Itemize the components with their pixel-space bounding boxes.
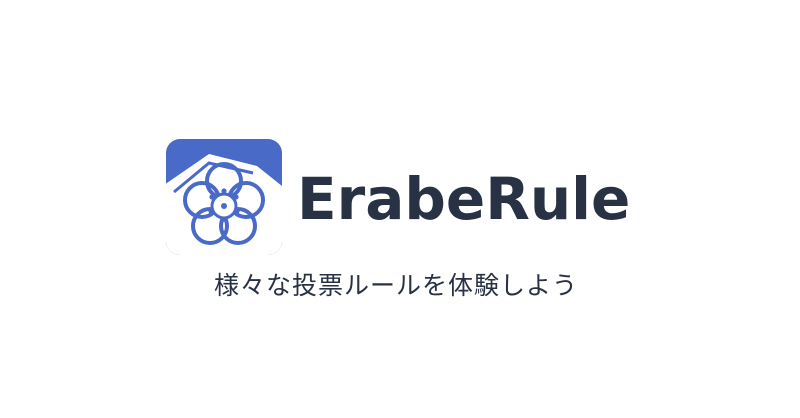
brand-header: ErabeRule xyxy=(166,139,630,255)
plum-blossom-logo-icon xyxy=(166,139,282,255)
app-name: ErabeRule xyxy=(297,165,631,233)
tagline: 様々な投票ルールを体験しよう xyxy=(213,271,578,300)
